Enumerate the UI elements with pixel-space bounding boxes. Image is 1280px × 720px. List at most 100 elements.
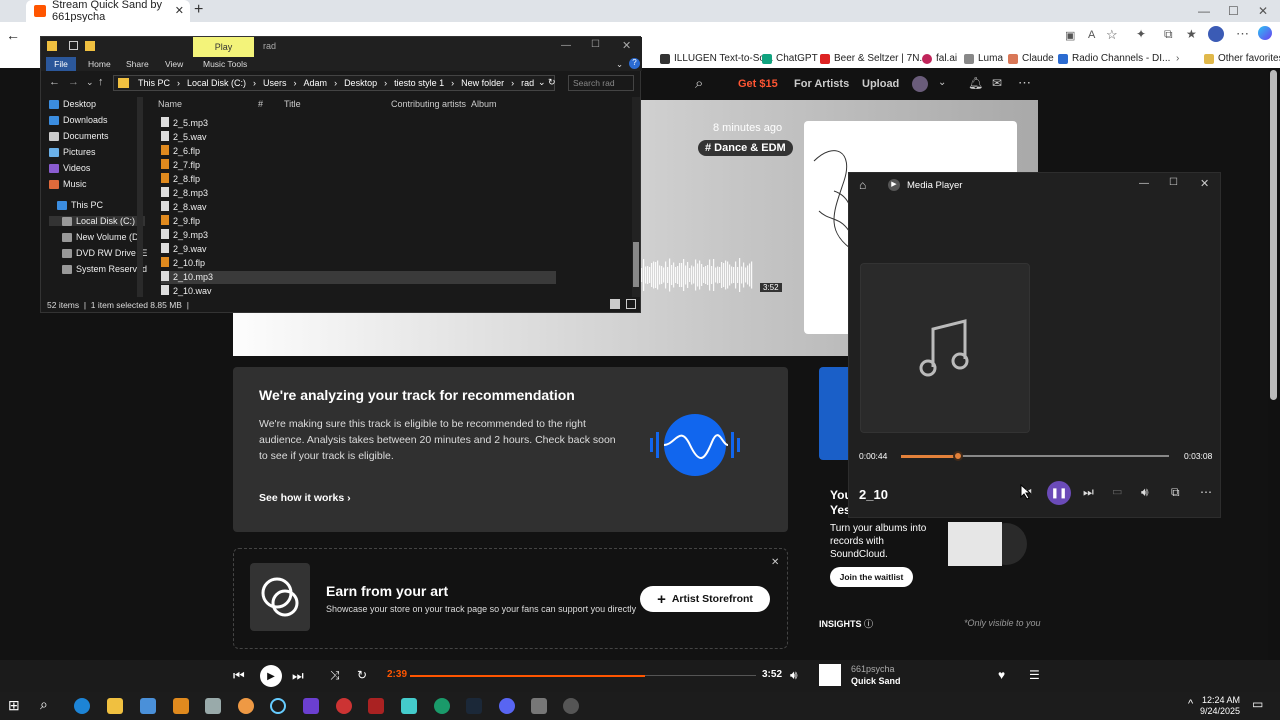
info-icon[interactable]: ⓘ <box>864 619 873 629</box>
upload-link[interactable]: Upload <box>862 78 899 90</box>
join-waitlist-button[interactable]: Join the waitlist <box>830 567 913 587</box>
new-folder-icon[interactable] <box>85 41 95 51</box>
notification-center-icon[interactable]: ▭ <box>1252 697 1263 711</box>
waveform[interactable] <box>641 250 756 300</box>
ribbon-tab-view[interactable]: View <box>165 59 183 69</box>
taskbar-clock[interactable]: 12:24 AM 9/24/2025 <box>1200 695 1240 717</box>
file-explorer-icon[interactable] <box>107 698 123 714</box>
explorer-close-icon[interactable]: ✕ <box>622 39 631 52</box>
file-row[interactable]: 2_10.wav <box>161 285 561 298</box>
bookmark-fal[interactable]: fal.ai <box>922 53 957 64</box>
properties-icon[interactable] <box>69 41 78 50</box>
mp-more-options-icon[interactable]: ⋯ <box>1200 485 1212 499</box>
messages-icon[interactable]: ✉ <box>992 76 1002 90</box>
app-purple-icon[interactable] <box>303 698 319 714</box>
browser-minimize-icon[interactable]: — <box>1198 4 1210 18</box>
column-artists[interactable]: Contributing artists <box>391 99 466 109</box>
now-playing-artist[interactable]: 661psycha <box>851 664 895 674</box>
column-name[interactable]: Name <box>158 99 182 109</box>
back-arrow-icon[interactable]: ← <box>6 27 20 43</box>
calculator-icon[interactable] <box>140 698 156 714</box>
file-row[interactable]: 2_6.flp <box>161 145 561 158</box>
file-list-scrollbar-thumb[interactable] <box>633 242 639 287</box>
get-credit-link[interactable]: Get $15 <box>738 78 778 90</box>
file-row[interactable]: 2_8.flp <box>161 173 561 186</box>
app-red-icon[interactable] <box>336 698 352 714</box>
nav-music[interactable]: Music <box>49 179 87 189</box>
mp-volume-icon[interactable]: 🔊︎ <box>1141 485 1149 500</box>
new-tab-plus-icon[interactable]: + <box>194 1 203 19</box>
volume-icon[interactable]: 🔊︎ <box>790 668 798 683</box>
tab-close-icon[interactable]: ✕ <box>175 4 184 17</box>
up-folder-icon[interactable]: ↑ <box>98 76 104 88</box>
help-icon[interactable]: ? <box>629 58 640 69</box>
browser-menu-icon[interactable]: ⋯ <box>1236 26 1249 42</box>
mp-pause-button[interactable]: ❚❚ <box>1047 481 1071 505</box>
browser-maximize-icon[interactable]: ☐ <box>1228 4 1239 18</box>
play-contextual-tab[interactable]: Play <box>193 37 254 57</box>
steam-icon[interactable] <box>466 698 482 714</box>
profile-avatar[interactable] <box>1208 26 1224 42</box>
explorer-back-icon[interactable]: ← <box>49 76 60 88</box>
ribbon-tab-file[interactable]: File <box>46 57 76 71</box>
column-album[interactable]: Album <box>471 99 497 109</box>
address-dropdown-icon[interactable]: ⌄ <box>538 77 546 88</box>
bookmark-radio[interactable]: Radio Channels - DI... <box>1058 53 1170 64</box>
mp-seek-slider[interactable] <box>901 451 1169 461</box>
artist-storefront-button[interactable]: + Artist Storefront <box>640 586 770 612</box>
notifications-bell-icon[interactable]: 🔔︎ <box>968 76 983 90</box>
bookmark-illugen[interactable]: ILLUGEN Text-to-So... <box>660 53 773 64</box>
fl-studio-icon[interactable] <box>173 698 189 714</box>
nav-desktop[interactable]: Desktop <box>49 99 96 109</box>
app-teal-icon[interactable] <box>401 698 417 714</box>
file-row[interactable]: 2_8.mp3 <box>161 187 561 200</box>
column-title[interactable]: Title <box>284 99 301 109</box>
reader-icon[interactable]: ▣ <box>1065 29 1075 42</box>
tiles-view-icon[interactable] <box>626 299 636 309</box>
crumb-rad[interactable]: rad <box>521 78 534 88</box>
read-aloud-icon[interactable]: A <box>1088 29 1095 41</box>
bookmarks-more-chevron-icon[interactable]: › <box>1176 53 1179 64</box>
file-row[interactable]: 2_10.flp <box>161 257 561 270</box>
explorer-search-input[interactable]: Search rad <box>568 75 634 91</box>
file-row[interactable]: 2_5.mp3 <box>161 117 561 130</box>
windows-start-icon[interactable]: ⊞ <box>8 697 24 713</box>
next-track-icon[interactable]: ⏭ <box>292 668 304 684</box>
crumb-users[interactable]: Users <box>263 78 287 88</box>
nav-downloads[interactable]: Downloads <box>49 115 108 125</box>
more-menu-icon[interactable]: ⋯ <box>1018 75 1031 91</box>
bookmark-luma[interactable]: Luma <box>964 53 1003 64</box>
file-list-scrollbar[interactable] <box>632 97 640 297</box>
explorer-maximize-icon[interactable]: ☐ <box>591 39 600 50</box>
previous-track-icon[interactable]: ⏮ <box>233 668 245 684</box>
crumb-new-folder[interactable]: New folder <box>461 78 504 88</box>
app-icon[interactable] <box>205 698 221 714</box>
user-avatar[interactable] <box>912 76 928 92</box>
nav-documents[interactable]: Documents <box>49 131 109 141</box>
mp-captions-icon[interactable]: ▭ <box>1112 485 1122 498</box>
search-icon[interactable]: ⌕ <box>695 75 703 92</box>
details-view-icon[interactable] <box>610 299 620 309</box>
app-bracket-icon[interactable] <box>368 698 384 714</box>
split-screen-icon[interactable]: ⧉ <box>1164 27 1173 42</box>
refresh-icon[interactable]: ↻ <box>548 77 556 88</box>
like-heart-icon[interactable]: ♥ <box>998 668 1005 682</box>
favorite-star-icon[interactable]: ☆ <box>1106 27 1118 43</box>
mp-minimize-icon[interactable]: — <box>1139 178 1149 189</box>
browser-close-icon[interactable]: ✕ <box>1258 4 1268 18</box>
nav-pictures[interactable]: Pictures <box>49 147 96 157</box>
paint-icon[interactable] <box>238 698 254 714</box>
sidebar-promo-card[interactable] <box>819 367 849 460</box>
media-player-taskbar-icon[interactable] <box>563 698 579 714</box>
browser-tab-soundcloud[interactable]: Stream Quick Sand by 661psycha ✕ <box>26 0 190 23</box>
nav-videos[interactable]: Videos <box>49 163 90 173</box>
column-number[interactable]: # <box>258 99 263 109</box>
ribbon-tab-music-tools[interactable]: Music Tools <box>203 59 247 69</box>
mp-seek-thumb[interactable] <box>952 451 963 461</box>
cortana-icon[interactable] <box>270 698 286 714</box>
crumb-adam[interactable]: Adam <box>304 78 328 88</box>
file-row[interactable]: 2_8.wav <box>161 201 561 214</box>
shuffle-icon[interactable]: ⤨ <box>330 668 340 683</box>
explorer-forward-icon[interactable]: → <box>68 76 79 88</box>
file-row[interactable]: 2_9.wav <box>161 243 561 256</box>
